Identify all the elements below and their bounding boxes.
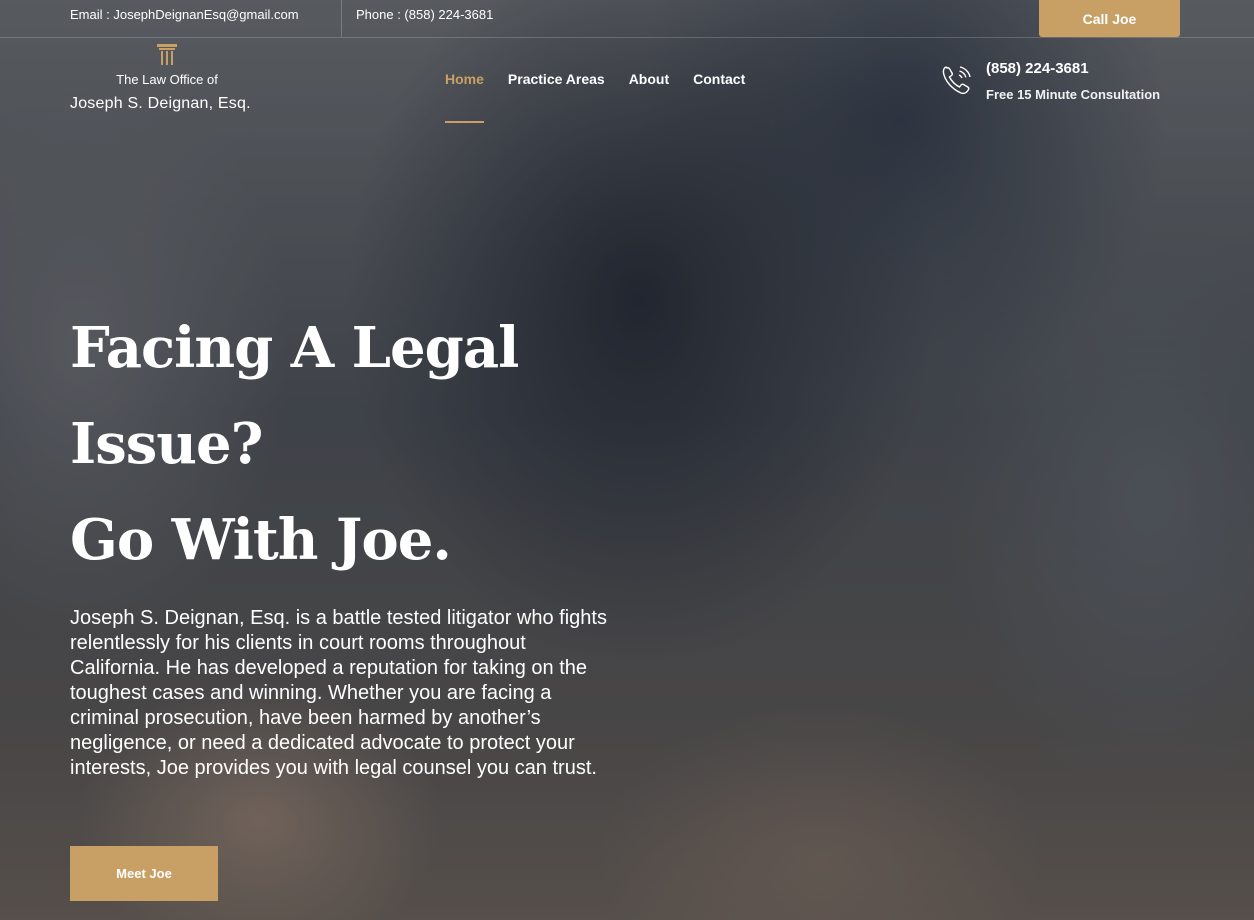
nav-item-practice-areas[interactable]: Practice Areas (508, 71, 605, 87)
hero-headline-line3: Go With Joe. (70, 507, 452, 573)
pillar-icon (157, 44, 177, 65)
topbar-phone[interactable]: Phone : (858) 224-3681 (356, 7, 493, 22)
meet-joe-button[interactable]: Meet Joe (70, 846, 218, 901)
top-bar: Email : JosephDeignanEsq@gmail.com Phone… (0, 0, 1254, 38)
header-phone-number[interactable]: (858) 224-3681 (986, 60, 1089, 77)
hero-headline: Facing A Legal Issue? Go With Joe. (70, 300, 690, 588)
call-joe-button[interactable]: Call Joe (1039, 0, 1180, 37)
hero-headline-line1: Facing A Legal (70, 315, 519, 381)
main-nav: Home Practice Areas About Contact (445, 71, 745, 123)
topbar-email[interactable]: Email : JosephDeignanEsq@gmail.com (70, 7, 299, 22)
logo-text-line1: The Law Office of (116, 72, 218, 87)
topbar-divider (341, 0, 342, 37)
hero-headline-line2: Issue? (70, 411, 263, 477)
nav-item-about[interactable]: About (629, 71, 669, 87)
hero-paragraph: Joseph S. Deignan, Esq. is a battle test… (70, 607, 607, 779)
phone-icon (942, 66, 971, 95)
logo-text-line2: Joseph S. Deignan, Esq. (70, 95, 251, 112)
header-consultation-text: Free 15 Minute Consultation (986, 87, 1161, 102)
nav-item-contact[interactable]: Contact (693, 71, 745, 87)
nav-item-home[interactable]: Home (445, 71, 484, 123)
